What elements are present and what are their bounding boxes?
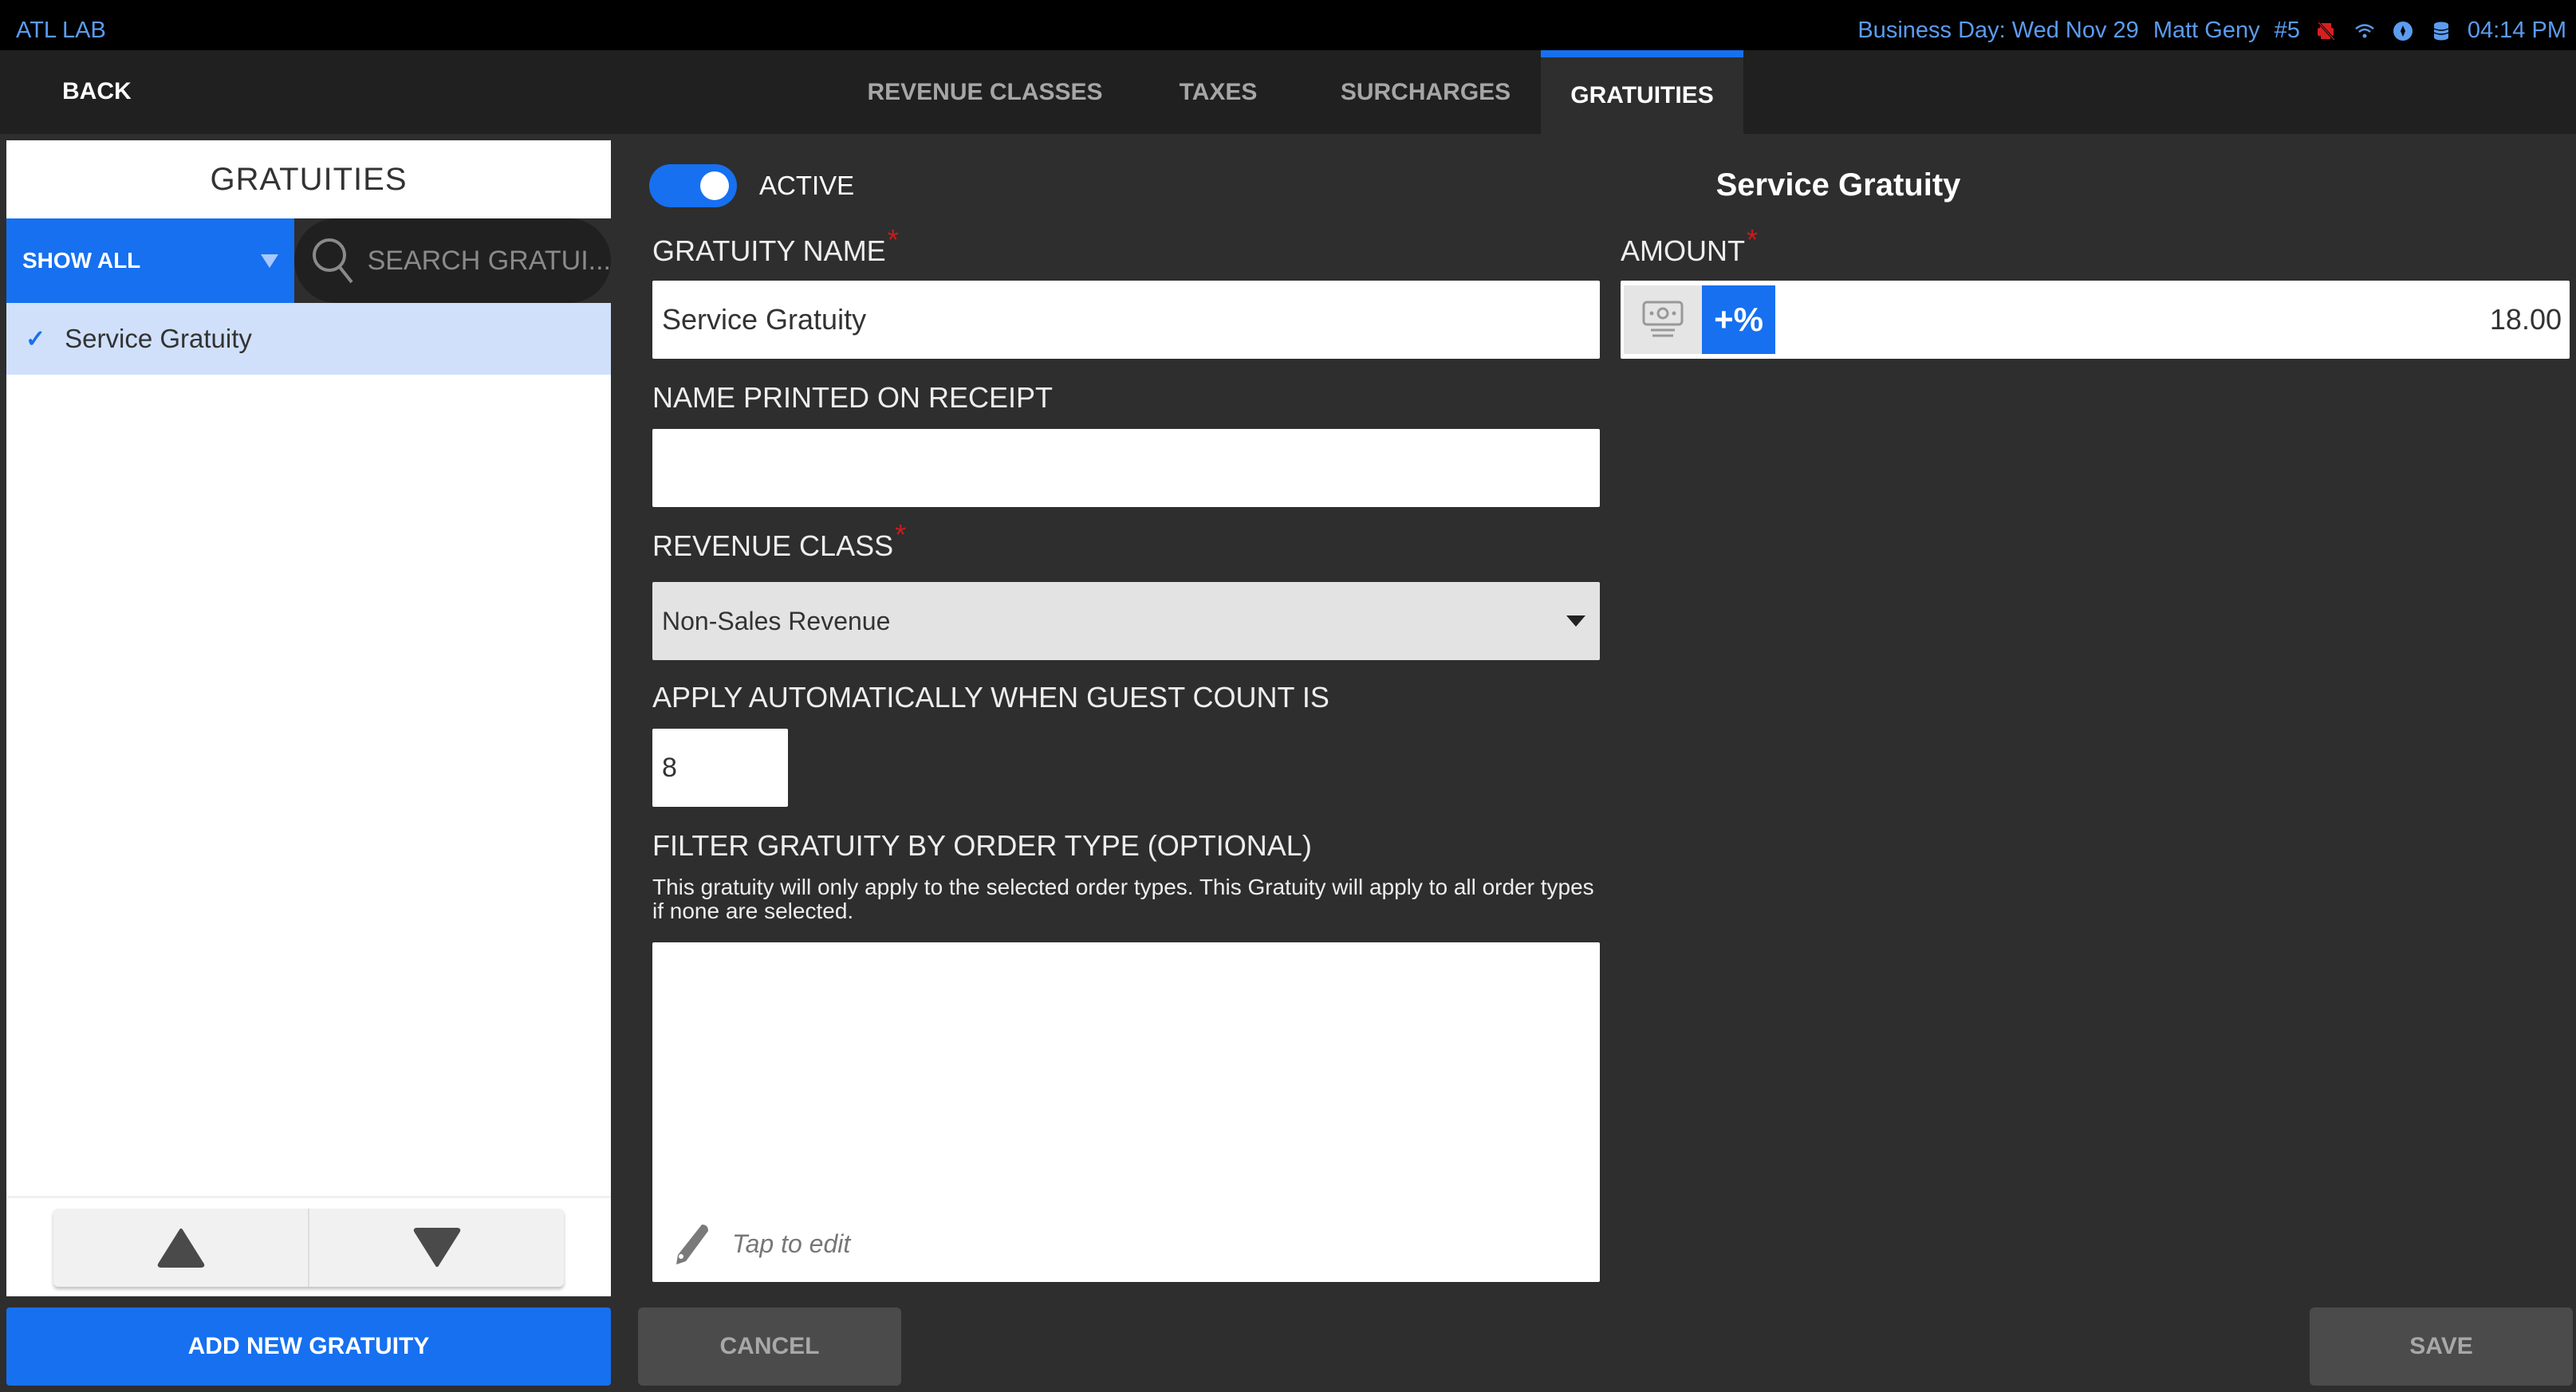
reorder-button-group (53, 1208, 564, 1287)
order-types-box[interactable]: Tap to edit (652, 942, 1600, 1282)
move-down-button[interactable] (308, 1208, 564, 1287)
required-mark: * (887, 223, 899, 256)
business-day: Business Day: Wed Nov 29 (1857, 18, 2139, 43)
app-name: ATL LAB (16, 18, 106, 43)
revenue-class-label-text: REVENUE CLASS (652, 529, 894, 562)
sync-icon (2391, 19, 2415, 43)
active-toggle[interactable] (649, 164, 737, 207)
receipt-name-label: NAME PRINTED ON RECEIPT (652, 381, 1054, 414)
caret-down-icon (1566, 615, 1585, 627)
gratuity-name-input[interactable]: Service Gratuity (652, 281, 1600, 359)
move-up-button[interactable] (53, 1209, 308, 1287)
checkmark-icon: ✓ (26, 325, 46, 352)
panel-title: GRATUITIES (210, 161, 408, 197)
revenue-class-select[interactable]: Non-Sales Revenue (652, 582, 1600, 660)
search-input[interactable]: SEARCH GRATUI... (293, 218, 611, 303)
order-type-label: FILTER GRATUITY BY ORDER TYPE (OPTIONAL) (652, 829, 1312, 862)
search-icon (312, 238, 353, 284)
list-item[interactable]: ✓ Service Gratuity (6, 303, 611, 375)
tab-taxes[interactable]: TAXES (1148, 50, 1288, 134)
top-nav: BACK REVENUE CLASSES TAXES SURCHARGES GR… (0, 50, 2576, 134)
cancel-button[interactable]: CANCEL (638, 1307, 901, 1386)
tab-gratuities[interactable]: GRATUITIES (1541, 50, 1743, 134)
guest-count-label: APPLY AUTOMATICALLY WHEN GUEST COUNT IS (652, 681, 1329, 714)
amount-field: +% 18.00 (1621, 281, 2570, 359)
gratuity-form: ACTIVE Service Gratuity GRATUITY NAME* S… (622, 140, 2576, 1392)
amount-label-text: AMOUNT (1621, 234, 1745, 267)
form-title: Service Gratuity (1715, 167, 1961, 203)
pencil-icon (676, 1225, 708, 1264)
percent-mode-button[interactable]: +% (1702, 285, 1775, 354)
receipt-name-input[interactable] (652, 429, 1600, 507)
add-new-gratuity-button[interactable]: ADD NEW GRATUITY (6, 1307, 611, 1386)
revenue-class-value: Non-Sales Revenue (662, 606, 891, 635)
printer-offline-icon (2314, 19, 2338, 43)
cash-icon (1642, 301, 1684, 337)
active-label: ACTIVE (759, 171, 855, 200)
show-all-dropdown[interactable]: SHOW ALL (6, 218, 294, 303)
tap-to-edit[interactable]: Tap to edit (672, 1221, 850, 1266)
required-mark: * (1747, 223, 1759, 256)
user-name: Matt Geny (2153, 18, 2260, 43)
search-placeholder: SEARCH GRATUI... (367, 245, 611, 276)
clock: 04:14 PM (2467, 18, 2566, 43)
database-icon (2429, 19, 2453, 43)
list-item-label: Service Gratuity (65, 324, 252, 353)
caret-down-icon (260, 254, 278, 268)
status-info: Business Day: Wed Nov 29 Matt Geny #5 04… (1857, 18, 2566, 44)
wifi-icon (2353, 19, 2377, 43)
triangle-up-icon (157, 1228, 204, 1268)
tab-surcharges[interactable]: SURCHARGES (1320, 50, 1531, 134)
toggle-knob (700, 171, 729, 200)
save-button[interactable]: SAVE (2310, 1307, 2573, 1386)
fixed-amount-button[interactable] (1624, 285, 1702, 354)
show-all-label: SHOW ALL (22, 248, 141, 273)
gratuities-list-panel: GRATUITIES SHOW ALL SEARCH GRATUI... ✓ S… (6, 140, 611, 1296)
triangle-down-icon (413, 1227, 460, 1267)
terminal-number: #5 (2274, 18, 2300, 43)
tap-to-edit-label: Tap to edit (732, 1229, 851, 1258)
required-mark: * (895, 518, 907, 551)
revenue-class-label: REVENUE CLASS* (652, 518, 906, 563)
gratuity-name-label-text: GRATUITY NAME (652, 234, 886, 267)
guest-count-input[interactable]: 8 (652, 729, 788, 807)
amount-input[interactable]: 18.00 (1775, 303, 2570, 336)
status-bar: ATL LAB Business Day: Wed Nov 29 Matt Ge… (0, 0, 2576, 50)
reorder-controls (6, 1196, 611, 1296)
filter-row: SHOW ALL SEARCH GRATUI... (6, 218, 611, 303)
search-container: SEARCH GRATUI... (293, 218, 611, 303)
amount-label: AMOUNT* (1621, 223, 1758, 268)
active-toggle-row: ACTIVE (649, 164, 854, 207)
tab-revenue-classes[interactable]: REVENUE CLASSES (845, 50, 1125, 134)
back-button[interactable]: BACK (62, 78, 132, 105)
order-type-help-text: This gratuity will only apply to the sel… (652, 875, 1594, 923)
gratuity-name-label: GRATUITY NAME* (652, 223, 899, 268)
